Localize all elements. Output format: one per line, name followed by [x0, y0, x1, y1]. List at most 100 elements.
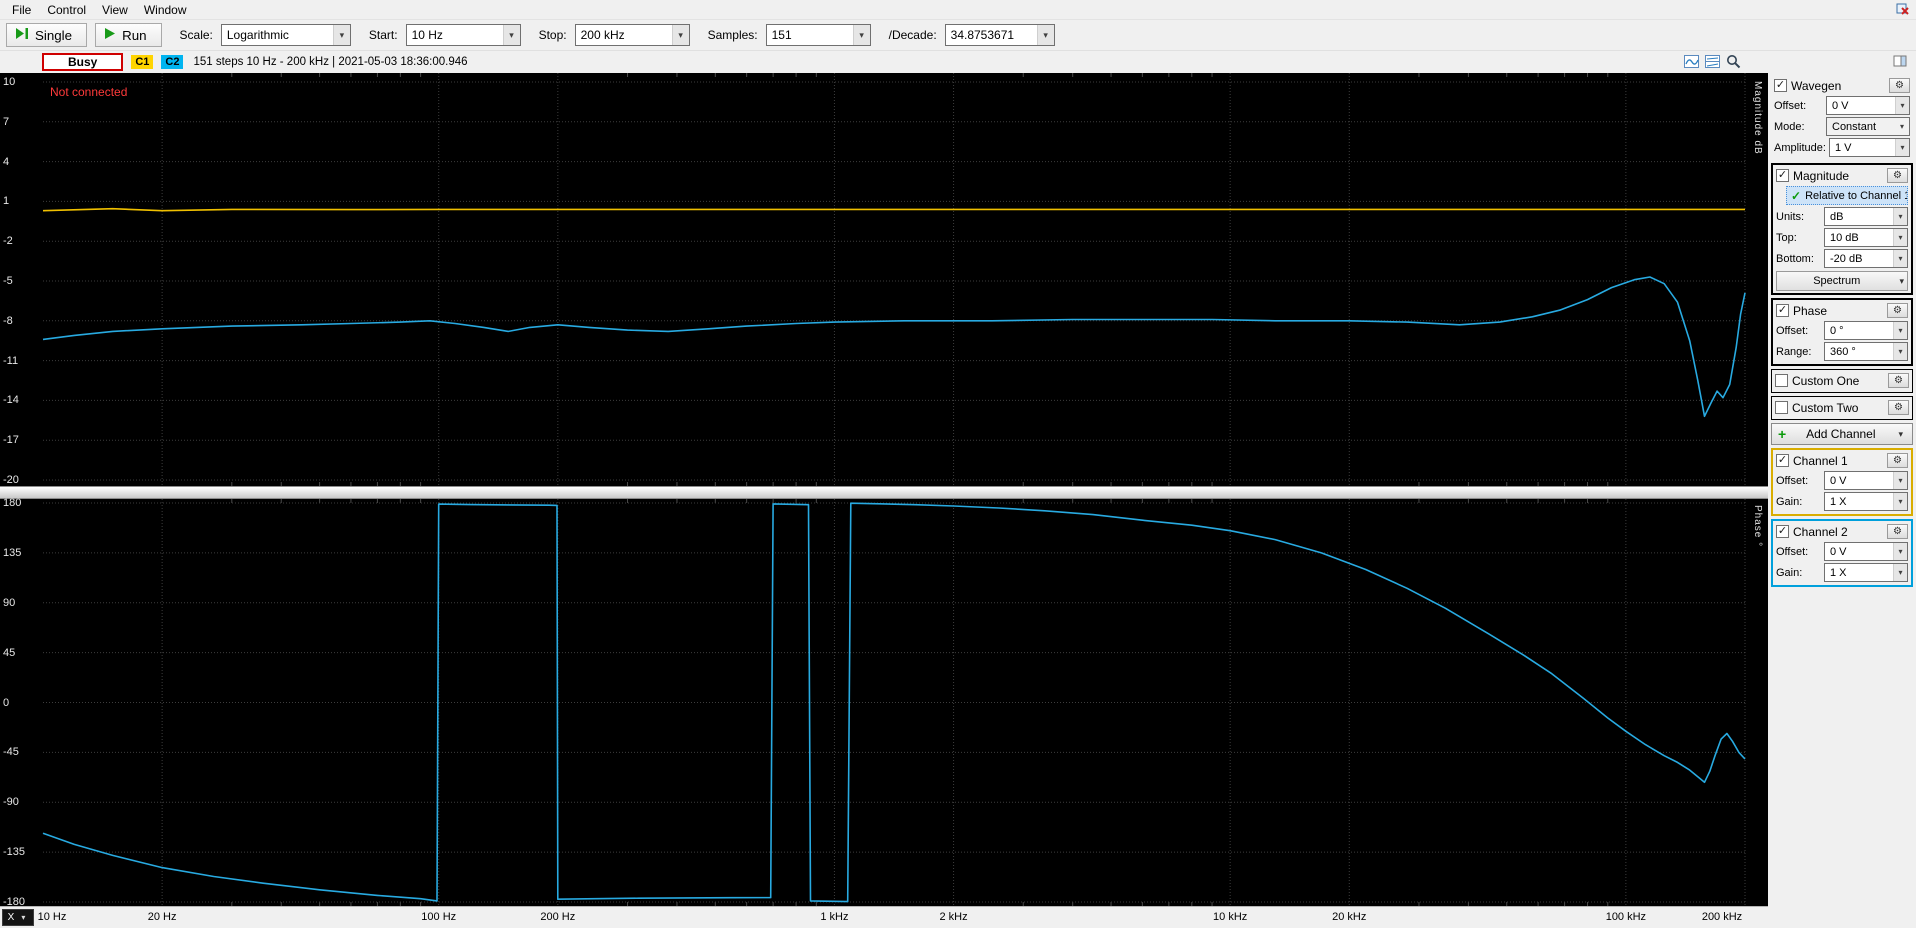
custom-one-gear-button[interactable]: ⚙ [1888, 373, 1909, 388]
busy-badge: Busy [42, 53, 124, 71]
status-bar: Busy C1 C2 151 steps 10 Hz - 200 kHz | 2… [0, 51, 1916, 73]
magnitude-units-value: dB [1830, 210, 1844, 223]
start-value: 10 Hz [411, 28, 443, 42]
wavegen-mode-select[interactable]: Constant ▾ [1826, 117, 1910, 136]
sweep-status-text: 151 steps 10 Hz - 200 kHz | 2021-05-03 1… [193, 56, 468, 68]
magnitude-gear-button[interactable]: ⚙ [1887, 168, 1908, 183]
run-button[interactable]: Run [95, 23, 162, 47]
channel1-title: Channel 1 [1793, 453, 1848, 468]
phase-offset-select[interactable]: 0 ° ▾ [1824, 321, 1908, 340]
spectrum-select[interactable]: Spectrum ▾ [1776, 271, 1908, 291]
chevron-down-icon: ▾ [671, 25, 689, 45]
chevron-down-icon: ▾ [1893, 208, 1907, 225]
y-tick-label: -135 [3, 846, 26, 859]
magnitude-plot-canvas[interactable] [0, 73, 1768, 486]
gear-icon: ⚙ [1894, 402, 1903, 413]
channel2-gain-select[interactable]: 1 X ▾ [1824, 563, 1908, 582]
trace-channel-2 [42, 276, 1746, 418]
gear-icon: ⚙ [1895, 80, 1904, 91]
chevron-down-icon: ▾ [1893, 250, 1907, 267]
x-tick-label: 20 kHz [1332, 911, 1367, 923]
y-tick-label: 0 [3, 696, 10, 709]
custom-one-section: Custom One ⚙ [1771, 369, 1913, 393]
wavegen-checkbox[interactable]: ✓ [1774, 79, 1787, 92]
chevron-down-icon: ▾ [332, 25, 350, 45]
phase-range-select[interactable]: 360 ° ▾ [1824, 342, 1908, 361]
channel2-section: ✓ Channel 2 ⚙ Offset: 0 V ▾ Gain: 1 X ▾ [1771, 519, 1913, 587]
y-tick-label: 45 [3, 646, 16, 659]
channel1-gear-button[interactable]: ⚙ [1887, 453, 1908, 468]
frequency-axis: X ▾ 10 Hz 20 Hz 100 Hz 200 Hz 1 kHz 2 kHz 10 k… [0, 906, 1768, 928]
samples-select[interactable]: 151 ▾ [765, 24, 871, 46]
magnitude-checkbox[interactable]: ✓ [1776, 169, 1789, 182]
y-tick-label: -17 [3, 434, 19, 447]
channel2-offset-select[interactable]: 0 V ▾ [1824, 542, 1908, 561]
channel1-gain-select[interactable]: 1 X ▾ [1824, 492, 1908, 511]
stop-label: Stop: [538, 28, 567, 42]
magnitude-title: Magnitude [1793, 168, 1850, 183]
channel2-badge[interactable]: C2 [161, 55, 184, 69]
y-tick-label: -5 [3, 275, 13, 287]
split-plot-view-icon[interactable] [1705, 54, 1720, 69]
per-decade-select[interactable]: 34.8753671 ▾ [944, 24, 1055, 46]
magnitude-units-select[interactable]: dB ▾ [1824, 207, 1908, 226]
gear-icon: ⚙ [1893, 305, 1902, 316]
wavegen-amplitude-select[interactable]: 1 V ▾ [1828, 138, 1910, 157]
menu-file[interactable]: File [4, 1, 39, 19]
menu-view[interactable]: View [94, 1, 136, 19]
start-select[interactable]: 10 Hz ▾ [405, 24, 521, 46]
x-tick-label: 1 kHz [820, 911, 849, 923]
zoom-icon[interactable] [1726, 54, 1741, 69]
channel1-checkbox[interactable]: ✓ [1776, 454, 1789, 467]
wavegen-offset-label: Offset: [1774, 99, 1807, 112]
channel1-badge[interactable]: C1 [131, 55, 154, 69]
phase-range-value: 360 ° [1830, 345, 1856, 358]
menu-window[interactable]: Window [136, 1, 195, 19]
wavegen-offset-select[interactable]: 0 V ▾ [1826, 96, 1910, 115]
panel-options-icon[interactable] [1893, 54, 1908, 69]
toolbar: Single Run Scale: Logarithmic ▾ Start: 1… [0, 20, 1916, 51]
x-axis-menu-button[interactable]: X ▾ [2, 909, 34, 926]
x-tick-label: 20 Hz [147, 911, 177, 923]
window-dock-icon[interactable] [1896, 3, 1910, 17]
phase-gear-button[interactable]: ⚙ [1887, 303, 1908, 318]
custom-two-title: Custom Two [1792, 400, 1859, 415]
y-tick-label: -14 [3, 394, 19, 407]
magnitude-bottom-select[interactable]: -20 dB ▾ [1824, 249, 1908, 268]
channel2-gear-button[interactable]: ⚙ [1887, 524, 1908, 539]
single-plot-view-icon[interactable] [1684, 54, 1699, 69]
plot-splitter-handle[interactable] [0, 486, 1768, 499]
y-tick-label: -90 [3, 796, 19, 809]
chevron-down-icon: ▾ [1893, 543, 1907, 560]
y-tick-label: -8 [3, 314, 13, 327]
channel2-title: Channel 2 [1793, 524, 1848, 539]
phase-plot-canvas[interactable] [0, 499, 1768, 906]
custom-two-section: Custom Two ⚙ [1771, 396, 1913, 420]
channel2-checkbox[interactable]: ✓ [1776, 525, 1789, 538]
stop-select[interactable]: 200 kHz ▾ [574, 24, 690, 46]
phase-checkbox[interactable]: ✓ [1776, 304, 1789, 317]
custom-two-checkbox[interactable] [1775, 401, 1788, 414]
custom-one-checkbox[interactable] [1775, 374, 1788, 387]
menu-control[interactable]: Control [39, 1, 94, 19]
single-button[interactable]: Single [6, 23, 88, 47]
checkmark-icon: ✓ [1777, 454, 1788, 466]
wavegen-gear-button[interactable]: ⚙ [1889, 78, 1910, 93]
chevron-down-icon: ▾ [21, 913, 26, 922]
channel1-offset-select[interactable]: 0 V ▾ [1824, 471, 1908, 490]
checkmark-icon: ✓ [1777, 525, 1788, 537]
magnitude-top-select[interactable]: 10 dB ▾ [1824, 228, 1908, 247]
menu-bar: File Control View Window [0, 0, 1916, 20]
relative-button-label: Relative to Channel 1 [1805, 189, 1908, 202]
run-label: Run [122, 27, 147, 43]
add-channel-button[interactable]: + Add Channel ▾ [1771, 423, 1913, 445]
channel1-section: ✓ Channel 1 ⚙ Offset: 0 V ▾ Gain: 1 X ▾ [1771, 448, 1913, 516]
scale-select[interactable]: Logarithmic ▾ [220, 24, 351, 46]
wavegen-mode-label: Mode: [1774, 120, 1805, 133]
relative-to-channel1-button[interactable]: ✓ Relative to Channel 1 [1786, 186, 1908, 205]
y-tick-label: -11 [3, 354, 19, 367]
custom-two-gear-button[interactable]: ⚙ [1888, 400, 1909, 415]
chevron-down-icon: ▾ [1893, 564, 1907, 581]
magnitude-bottom-label: Bottom: [1776, 252, 1814, 265]
spectrum-label: Spectrum [1813, 275, 1861, 287]
